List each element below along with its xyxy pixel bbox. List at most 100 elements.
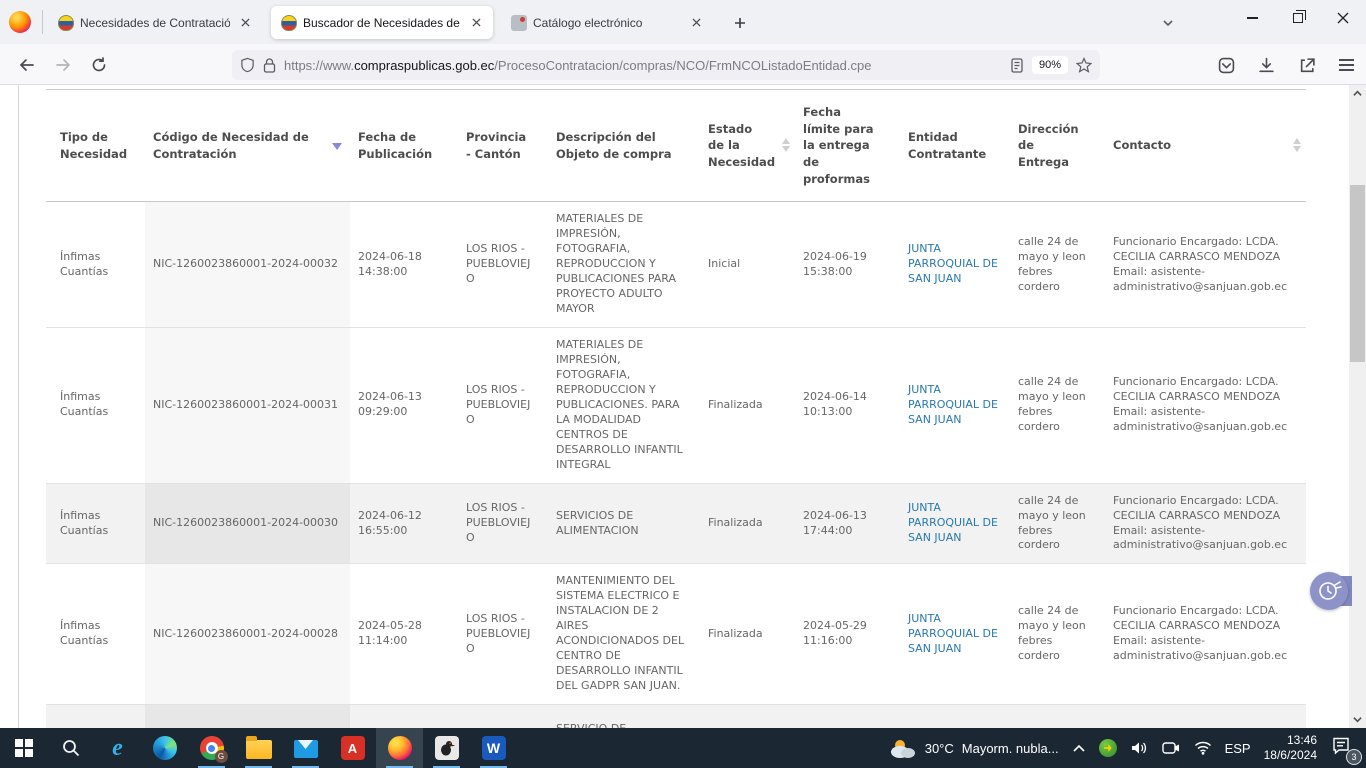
taskbar-capture-app[interactable] xyxy=(423,728,470,768)
url-bar[interactable]: https://www.compraspublicas.gob.ec/Proce… xyxy=(232,50,1100,80)
cell-codigo: NIC-1260023860001-2024-00029 xyxy=(145,705,350,728)
cell-fecha-publicacion: 2024-05-28 11:14:00 xyxy=(350,564,458,705)
weather-text: Mayorm. nubla... xyxy=(962,741,1059,756)
col-descripcion[interactable]: Descripción del Objeto de compra xyxy=(548,90,700,202)
zoom-level-badge[interactable]: 90% xyxy=(1032,56,1068,74)
cell-fecha-limite: 2024-05-28 16:22:00 xyxy=(795,705,900,728)
date: 18/6/2024 xyxy=(1264,748,1317,762)
cell-codigo: NIC-1260023860001-2024-00032 xyxy=(145,202,350,328)
scrollbar-thumb[interactable] xyxy=(1350,185,1365,362)
tab-buscador-active[interactable]: Buscador de Necesidades de Co xyxy=(271,6,493,39)
meet-now-icon[interactable] xyxy=(1161,740,1181,756)
taskbar-word[interactable]: W xyxy=(470,728,517,768)
lock-icon[interactable] xyxy=(263,58,276,73)
close-tab-icon[interactable] xyxy=(687,14,705,32)
reload-button[interactable] xyxy=(84,50,114,80)
scroll-down-icon[interactable] xyxy=(1349,711,1366,728)
taskbar-firefox-active[interactable] xyxy=(376,728,423,768)
weather-widget[interactable]: 30°C Mayorm. nubla... xyxy=(887,737,1059,759)
cell-direccion: calle 24 de mayo y leon febres cordero xyxy=(1010,328,1105,484)
taskbar-ie[interactable]: e xyxy=(94,728,141,768)
tab-catalogo[interactable]: Catálogo electrónico xyxy=(501,6,713,39)
floating-timer-widget[interactable] xyxy=(1310,572,1366,610)
cell-direccion: calle 24 de mayo y leon febres cordero xyxy=(1010,564,1105,705)
cell-contacto: Funcionario Encargado: LCDA. CECILIA CAR… xyxy=(1105,202,1306,328)
divider xyxy=(18,85,19,728)
taskbar-mail[interactable] xyxy=(282,728,329,768)
cell-provincia: LOS RIOS - PUEBLOVIEJO xyxy=(458,202,548,328)
minimize-button[interactable] xyxy=(1229,0,1275,36)
col-codigo[interactable]: Código de Necesidad de Contratación xyxy=(145,90,350,202)
scroll-up-icon[interactable] xyxy=(1349,85,1366,102)
weather-icon xyxy=(887,737,917,759)
entidad-link[interactable]: JUNTA PARROQUIAL DE SAN JUAN xyxy=(908,501,998,544)
entidad-link[interactable]: JUNTA PARROQUIAL DE SAN JUAN xyxy=(908,242,998,285)
cell-direccion: calle 24 de mayo y leon febres cordero xyxy=(1010,705,1105,728)
share-icon[interactable] xyxy=(1299,57,1316,74)
temperature: 30°C xyxy=(925,741,954,756)
col-estado[interactable]: Estado de la Necesidad xyxy=(700,90,795,202)
acrobat-icon: A xyxy=(341,736,365,760)
downloads-icon[interactable] xyxy=(1258,57,1275,74)
reader-mode-icon[interactable] xyxy=(1010,58,1024,73)
cell-tipo: Ínfimas Cuantías xyxy=(46,705,145,728)
col-fecha-publicacion[interactable]: Fecha de Publicación xyxy=(350,90,458,202)
tray-expand-chevron-icon[interactable] xyxy=(1072,743,1086,753)
forward-button[interactable] xyxy=(48,50,78,80)
entidad-link[interactable]: JUNTA PARROQUIAL DE SAN JUAN xyxy=(908,383,998,426)
notification-center-button[interactable]: 3 xyxy=(1330,735,1356,761)
close-tab-icon[interactable] xyxy=(236,14,254,32)
cell-codigo: NIC-1260023860001-2024-00031 xyxy=(145,328,350,484)
list-tabs-chevron-icon[interactable] xyxy=(1156,11,1180,35)
entidad-link[interactable]: JUNTA PARROQUIAL DE SAN JUAN xyxy=(908,612,998,655)
tab-bar: Necesidades de Contratación y Buscador d… xyxy=(0,0,1366,44)
taskbar-search-button[interactable] xyxy=(47,728,94,768)
vertical-scrollbar[interactable] xyxy=(1349,85,1366,728)
close-window-button[interactable] xyxy=(1320,0,1366,36)
search-icon xyxy=(61,738,81,758)
shield-icon[interactable] xyxy=(240,57,255,73)
restore-button[interactable] xyxy=(1275,0,1321,36)
col-tipo[interactable]: Tipo de Necesidad xyxy=(46,90,145,202)
page-content: Tipo de Necesidad Código de Necesidad de… xyxy=(0,85,1366,728)
clock-icon[interactable] xyxy=(1310,572,1348,610)
back-button[interactable] xyxy=(12,50,42,80)
col-contacto[interactable]: Contacto xyxy=(1105,90,1306,202)
start-button[interactable] xyxy=(0,728,47,768)
cell-descripcion: MATERIALES DE IMPRESIÓN, FOTOGRAFIA, REP… xyxy=(548,202,700,328)
table-header-row: Tipo de Necesidad Código de Necesidad de… xyxy=(46,90,1306,202)
col-direccion[interactable]: Dirección de Entrega xyxy=(1010,90,1105,202)
table-row: Ínfimas Cuantías NIC-1260023860001-2024-… xyxy=(46,705,1306,728)
pocket-icon[interactable] xyxy=(1218,57,1235,74)
taskbar-edge[interactable] xyxy=(141,728,188,768)
cell-estado: Finalizada xyxy=(700,564,795,705)
clock[interactable]: 13:46 18/6/2024 xyxy=(1264,733,1317,763)
windows-taskbar: e G A W 30°C Mayorm. nubla... xyxy=(0,728,1366,768)
notification-badge: 3 xyxy=(1346,749,1362,765)
col-provincia[interactable]: Provincia - Cantón xyxy=(458,90,548,202)
new-tab-button[interactable] xyxy=(728,11,752,35)
url-text: https://www.compraspublicas.gob.ec/Proce… xyxy=(284,58,1010,73)
col-fecha-limite[interactable]: Fecha límite para la entrega de proforma… xyxy=(795,90,900,202)
antivirus-tray-icon[interactable] xyxy=(1099,739,1117,757)
bookmark-star-icon[interactable] xyxy=(1076,57,1092,73)
wifi-icon[interactable] xyxy=(1194,741,1212,755)
close-tab-icon[interactable] xyxy=(467,14,485,32)
col-entidad[interactable]: Entidad Contratante xyxy=(900,90,1010,202)
taskbar-acrobat[interactable]: A xyxy=(329,728,376,768)
cell-tipo: Ínfimas Cuantías xyxy=(46,202,145,328)
language-indicator[interactable]: ESP xyxy=(1225,741,1251,756)
cell-contacto: Funcionario Encargado: LCDA. CECILIA CAR… xyxy=(1105,328,1306,484)
cell-fecha-publicacion: 2024-06-13 09:29:00 xyxy=(350,328,458,484)
chrome-profile-badge: G xyxy=(215,750,228,763)
volume-icon[interactable] xyxy=(1130,740,1148,756)
cell-fecha-publicacion: 2024-05-27 16:15:00 xyxy=(350,705,458,728)
table-row: Ínfimas Cuantías NIC-1260023860001-2024-… xyxy=(46,564,1306,705)
taskbar-chrome[interactable]: G xyxy=(188,728,235,768)
cell-direccion: calle 24 de mayo y leon febres cordero xyxy=(1010,202,1105,328)
tab-necesidades[interactable]: Necesidades de Contratación y xyxy=(48,6,262,39)
cell-contacto: Funcionario Encargado: LCDA. CECILIA CAR… xyxy=(1105,564,1306,705)
cell-tipo: Ínfimas Cuantías xyxy=(46,483,145,564)
menu-icon[interactable] xyxy=(1339,59,1354,71)
taskbar-file-explorer[interactable] xyxy=(235,728,282,768)
